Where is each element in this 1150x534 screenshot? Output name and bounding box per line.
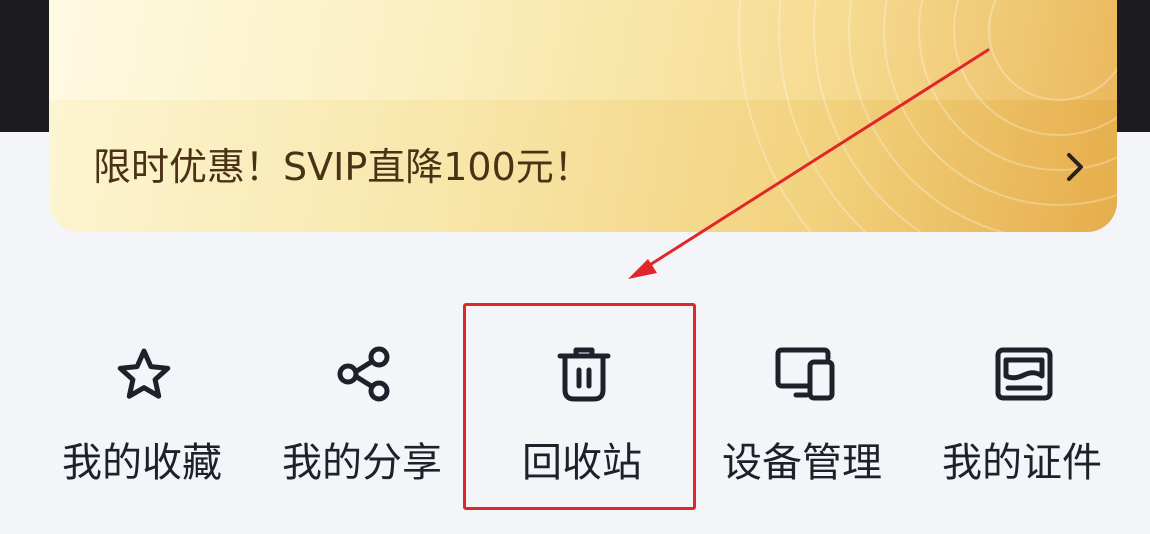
tool-label-my-ids: 我的证件 <box>942 440 1102 486</box>
tool-label-shares: 我的分享 <box>282 440 442 486</box>
devices-icon <box>775 347 835 401</box>
svip-promo-banner[interactable]: 限时优惠！SVIP直降100元！ <box>49 0 1117 232</box>
tool-label-favorites: 我的收藏 <box>62 440 222 486</box>
chevron-right-icon <box>1067 153 1083 181</box>
tool-device-management[interactable]: 设备管理 <box>692 300 912 510</box>
share-icon <box>337 346 390 402</box>
star-icon <box>117 348 171 399</box>
recycle-bin-highlight-box <box>463 303 696 510</box>
tool-label-device-management: 设备管理 <box>722 440 882 486</box>
id-card-icon <box>995 347 1053 401</box>
tool-shares[interactable]: 我的分享 <box>252 300 472 510</box>
promo-text: 限时优惠！SVIP直降100元！ <box>93 145 592 189</box>
tool-favorites[interactable]: 我的收藏 <box>32 300 252 510</box>
promo-ring-decoration <box>738 0 1117 232</box>
tool-my-ids[interactable]: 我的证件 <box>912 300 1132 510</box>
